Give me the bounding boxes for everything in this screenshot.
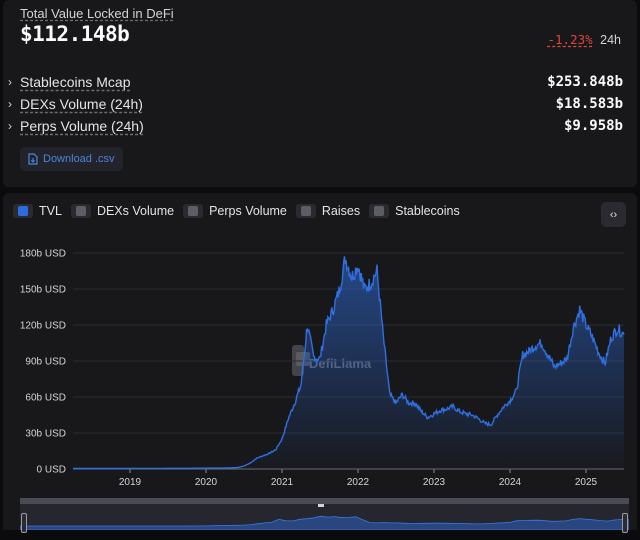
y-tick-label: 150b USD (20, 285, 66, 296)
x-tick-label: 2023 (423, 477, 446, 488)
y-tick-label: 180b USD (20, 249, 66, 260)
metric-toggles: TVL DEXs Volume Perps Volume Raises Stab… (13, 204, 469, 218)
x-tick-label: 2021 (271, 477, 294, 488)
download-csv-button[interactable]: Download .csv (20, 147, 123, 171)
tvl-change: -1.23% 24h (548, 32, 622, 47)
tvl-summary-card: Total Value Locked in DeFi $112.148b -1.… (3, 0, 637, 187)
x-tick-label: 2020 (195, 477, 218, 488)
tvl-value: $112.148b (20, 22, 130, 46)
toggle-tvl[interactable]: TVL (13, 204, 62, 218)
brush-handle-right[interactable] (622, 513, 628, 533)
toggle-checkbox[interactable] (369, 204, 390, 218)
stat-row-dexs-volume[interactable]: › DEXs Volume (24h) $18.583b (8, 94, 623, 114)
y-tick-label: 60b USD (25, 393, 66, 404)
toggle-label: Raises (321, 204, 361, 218)
chevron-right-icon: › (8, 97, 12, 111)
toggle-perps-volume[interactable]: Perps Volume (183, 204, 287, 218)
toggle-label: Perps Volume (209, 204, 287, 218)
stat-label: Perps Volume (24h) (20, 118, 144, 134)
chevron-right-icon: › (8, 119, 12, 133)
file-download-icon (28, 153, 38, 165)
y-tick-label: 0 USD (37, 465, 66, 476)
chevron-right-icon: › (8, 75, 12, 89)
tvl-area (73, 256, 624, 469)
toggle-label: TVL (39, 204, 62, 218)
toggle-checkbox[interactable] (70, 204, 91, 218)
toggle-checkbox[interactable] (183, 204, 204, 218)
brush-handle-left[interactable] (21, 513, 27, 533)
toggle-label: DEXs Volume (96, 204, 175, 218)
toggle-label: Stablecoins (395, 204, 460, 218)
x-tick-label: 2024 (499, 477, 522, 488)
stat-row-perps-volume[interactable]: › Perps Volume (24h) $9.958b (8, 116, 623, 136)
toggle-raises[interactable]: Raises (295, 204, 361, 218)
tvl-change-period: 24h (600, 33, 621, 47)
tvl-chart[interactable]: DefiLlama 0 USD30b USD60b USD90b USD120b… (3, 240, 637, 540)
x-axis: 2019 2020 2021 2022 2023 2024 2025 (73, 468, 624, 488)
stat-row-stablecoins-mcap[interactable]: › Stablecoins Mcap $253.848b (8, 72, 623, 92)
plot-area (73, 256, 625, 470)
toggle-dexs-volume[interactable]: DEXs Volume (70, 204, 175, 218)
stat-label: Stablecoins Mcap (20, 74, 131, 90)
x-tick-label: 2022 (347, 477, 370, 488)
x-tick-label: 2025 (575, 477, 598, 488)
stat-value: $253.848b (547, 74, 623, 90)
toggle-checkbox[interactable] (295, 204, 316, 218)
tvl-label[interactable]: Total Value Locked in DeFi (20, 6, 174, 21)
stat-value: $18.583b (555, 96, 623, 112)
y-tick-label: 90b USD (25, 357, 66, 368)
y-tick-label: 120b USD (20, 321, 66, 332)
stat-value: $9.958b (563, 118, 623, 134)
brush-minimap (20, 515, 629, 530)
toggle-checkbox[interactable] (13, 204, 33, 218)
download-csv-label: Download .csv (43, 153, 115, 165)
stat-label: DEXs Volume (24h) (20, 96, 143, 112)
range-brush[interactable] (20, 498, 629, 533)
y-tick-label: 30b USD (25, 429, 66, 440)
embed-button[interactable]: ‹› (601, 202, 626, 227)
chart-card: TVL DEXs Volume Perps Volume Raises Stab… (3, 193, 637, 533)
toggle-stablecoins[interactable]: Stablecoins (369, 204, 460, 218)
tvl-change-percent: -1.23% (547, 32, 593, 47)
x-tick-label: 2019 (119, 477, 142, 488)
code-brackets-icon: ‹› (609, 208, 618, 221)
